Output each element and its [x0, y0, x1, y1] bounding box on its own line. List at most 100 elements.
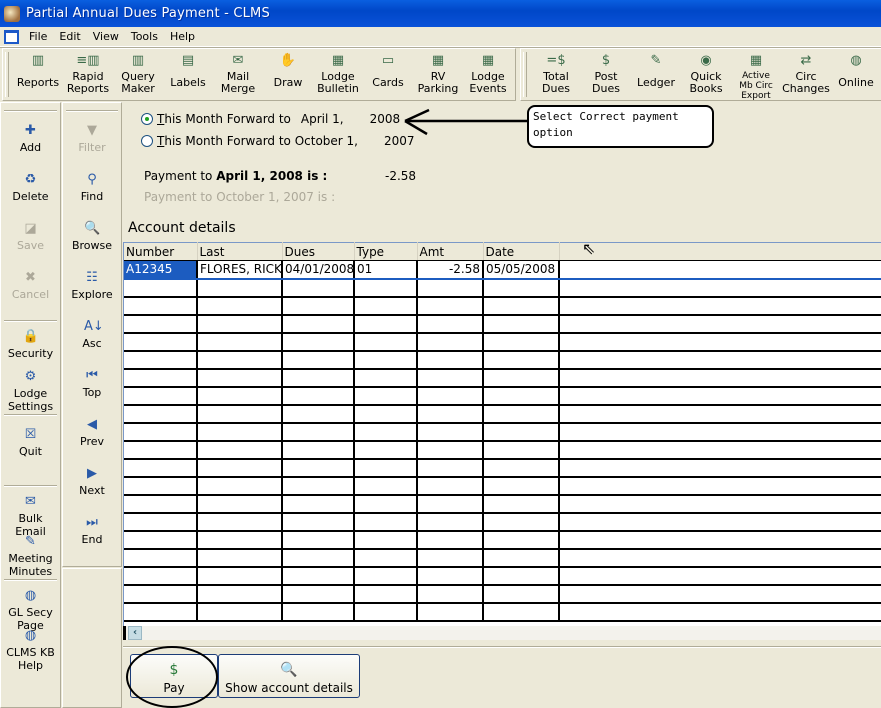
- cell-empty[interactable]: [354, 350, 418, 370]
- sidebar-meeting-minutes-button[interactable]: ✎ Meeting Minutes: [1, 532, 60, 578]
- cell-empty[interactable]: [354, 314, 418, 334]
- cell-empty[interactable]: [354, 512, 418, 532]
- table-row-empty[interactable]: [124, 602, 881, 622]
- toolbar-reports-button[interactable]: ▥ Reports: [13, 49, 63, 100]
- cell-empty[interactable]: [417, 350, 484, 370]
- cell-empty[interactable]: [417, 566, 484, 586]
- cell-empty[interactable]: [124, 440, 198, 460]
- cell-empty[interactable]: [354, 566, 418, 586]
- cell-empty[interactable]: [354, 476, 418, 496]
- cell-empty[interactable]: [559, 332, 881, 352]
- table-row-empty[interactable]: [124, 296, 881, 316]
- cell-empty[interactable]: [197, 440, 283, 460]
- sidebar-top-button[interactable]: ⏮ Top: [63, 362, 121, 411]
- cell-empty[interactable]: [197, 368, 283, 388]
- cell-empty[interactable]: [559, 548, 881, 568]
- cell-empty[interactable]: [417, 440, 484, 460]
- cell-empty[interactable]: [417, 512, 484, 532]
- cell-empty[interactable]: [483, 296, 560, 316]
- cell-empty[interactable]: [559, 458, 881, 478]
- table-row-empty[interactable]: [124, 368, 881, 388]
- cell-empty[interactable]: [417, 386, 484, 406]
- cell-empty[interactable]: [559, 584, 881, 604]
- table-row-empty[interactable]: [124, 584, 881, 604]
- toolbar-post-dues-button[interactable]: $ Post Dues: [581, 49, 631, 100]
- table-row-empty[interactable]: [124, 404, 881, 424]
- cell-empty[interactable]: [559, 476, 881, 496]
- cell-empty[interactable]: [559, 440, 881, 460]
- table-row-empty[interactable]: [124, 548, 881, 568]
- cell-empty[interactable]: [483, 422, 560, 442]
- cell-empty[interactable]: [197, 476, 283, 496]
- cell-empty[interactable]: [197, 350, 283, 370]
- cell-empty[interactable]: [282, 530, 355, 550]
- cell-empty[interactable]: [124, 548, 198, 568]
- cell-empty[interactable]: [282, 494, 355, 514]
- sidebar-add-button[interactable]: ✚ Add: [1, 117, 60, 166]
- cell-empty[interactable]: [354, 368, 418, 388]
- toolbar-mail-merge-button[interactable]: ✉ Mail Merge: [213, 49, 263, 100]
- cell-empty[interactable]: [559, 314, 881, 334]
- toolbar-draw-button[interactable]: ✋ Draw: [263, 49, 313, 100]
- cell-empty[interactable]: [282, 386, 355, 406]
- toolbar-cards-button[interactable]: ▭ Cards: [363, 49, 413, 100]
- cell-empty[interactable]: [124, 332, 198, 352]
- column-header-filler[interactable]: [559, 242, 881, 261]
- cell-empty[interactable]: [354, 296, 418, 316]
- cell-empty[interactable]: [354, 278, 418, 298]
- table-row-empty[interactable]: [124, 458, 881, 478]
- cell-empty[interactable]: [417, 422, 484, 442]
- cell-number[interactable]: A12345: [124, 260, 198, 280]
- cell-empty[interactable]: [417, 296, 484, 316]
- table-row-empty[interactable]: [124, 494, 881, 514]
- cell-empty[interactable]: [559, 368, 881, 388]
- cell-empty[interactable]: [354, 386, 418, 406]
- window-menu-icon[interactable]: [4, 29, 19, 44]
- cell-empty[interactable]: [354, 404, 418, 424]
- cell-empty[interactable]: [124, 512, 198, 532]
- cell-empty[interactable]: [282, 476, 355, 496]
- menu-help[interactable]: Help: [164, 28, 201, 46]
- account-details-grid[interactable]: Number Last Dues Type Amt Date A12345 FLORES, …: [123, 242, 881, 626]
- sidebar-asc-button[interactable]: A↓ Asc: [63, 313, 121, 362]
- table-row-empty[interactable]: [124, 314, 881, 334]
- cell-empty[interactable]: [197, 512, 283, 532]
- cell-empty[interactable]: [417, 494, 484, 514]
- sidebar-explore-button[interactable]: ☷ Explore: [63, 264, 121, 313]
- cell-empty[interactable]: [354, 584, 418, 604]
- radio-april-2008[interactable]: [141, 113, 153, 125]
- cell-empty[interactable]: [483, 566, 560, 586]
- toolbar-query-maker-button[interactable]: ▥ Query Maker: [113, 49, 163, 100]
- cell-empty[interactable]: [124, 404, 198, 424]
- cell-empty[interactable]: [124, 296, 198, 316]
- cell-empty[interactable]: [354, 458, 418, 478]
- cell-empty[interactable]: [559, 530, 881, 550]
- cell-empty[interactable]: [417, 314, 484, 334]
- column-header-number[interactable]: Number: [124, 242, 198, 261]
- sidebar-bulk-email-button[interactable]: ✉ Bulk Email: [1, 492, 60, 538]
- sidebar-filter-button[interactable]: ▼ Filter: [63, 117, 121, 166]
- cell-empty[interactable]: [559, 494, 881, 514]
- toolbar-lodge-events-button[interactable]: ▦ Lodge Events: [463, 49, 513, 100]
- cell-empty[interactable]: [483, 314, 560, 334]
- toolbar-circ-changes-button[interactable]: ⇄ Circ Changes: [781, 49, 831, 100]
- menu-tools[interactable]: Tools: [125, 28, 164, 46]
- cell-empty[interactable]: [124, 422, 198, 442]
- cell-empty[interactable]: [417, 332, 484, 352]
- cell-empty[interactable]: [282, 602, 355, 622]
- sidebar-clms-kb-help-button[interactable]: ◍ CLMS KB Help: [1, 626, 60, 672]
- sidebar-save-button[interactable]: ◪ Save: [1, 215, 60, 264]
- cell-empty[interactable]: [282, 548, 355, 568]
- option-april-2008[interactable]: This Month Forward to April 1, 2008: [141, 112, 400, 126]
- cell-empty[interactable]: [282, 422, 355, 442]
- sidebar-find-button[interactable]: ⚲ Find: [63, 166, 121, 215]
- sidebar-lodge-settings-button[interactable]: ⚙ Lodge Settings: [1, 367, 60, 413]
- table-row-empty[interactable]: [124, 386, 881, 406]
- cell-empty[interactable]: [282, 458, 355, 478]
- cell-empty[interactable]: [559, 278, 881, 298]
- menu-edit[interactable]: Edit: [53, 28, 86, 46]
- cell-empty[interactable]: [417, 458, 484, 478]
- cell-empty[interactable]: [197, 386, 283, 406]
- cell-empty[interactable]: [282, 332, 355, 352]
- sidebar-prev-button[interactable]: ◀ Prev: [63, 411, 121, 460]
